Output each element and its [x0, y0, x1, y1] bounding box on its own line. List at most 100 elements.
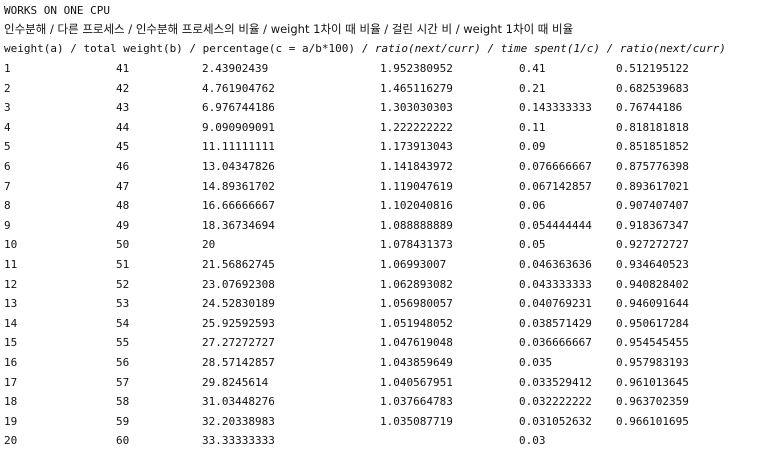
- data-cell: 0.054444444: [519, 218, 592, 232]
- data-cell: 1.062893082: [380, 277, 453, 291]
- data-row: 16 56 28.57142857 1.043859649 0.035 0.9579831…: [4, 353, 762, 373]
- data-cell: 0.031052632: [519, 414, 592, 428]
- data-cell: 0.957983193: [616, 355, 689, 369]
- data-cell: 27.27272727: [202, 336, 275, 350]
- data-rows: 1 41 2.43902439 1.952380952 0.41 0.512195122 2…: [4, 59, 762, 451]
- data-cell: 20: [202, 238, 216, 252]
- data-cell: 54: [116, 316, 130, 330]
- data-cell: 0.918367347: [616, 218, 689, 232]
- data-row: 3 43 6.976744186 1.303030303 0.143333333 0.76…: [4, 98, 762, 118]
- data-cell: 0.76744186: [616, 101, 683, 115]
- data-cell: 2: [4, 81, 11, 95]
- data-cell: 41: [116, 62, 130, 75]
- data-row: 6 46 13.04347826 1.141843972 0.076666667 0.87…: [4, 157, 762, 177]
- data-cell: 0.040769231: [519, 297, 592, 311]
- data-cell: 50: [116, 238, 130, 252]
- data-cell: 0.033529412: [519, 375, 592, 389]
- data-cell: 1.303030303: [380, 101, 453, 115]
- data-cell: 6.976744186: [202, 101, 275, 115]
- data-cell: 14.89361702: [202, 179, 275, 193]
- data-cell: 19: [4, 414, 18, 428]
- data-cell: 10: [4, 238, 18, 252]
- data-cell: 0.927272727: [616, 238, 689, 252]
- data-cell: 14: [4, 316, 18, 330]
- data-cell: 0.035: [519, 355, 553, 369]
- data-cell: 0.512195122: [616, 62, 689, 75]
- data-cell: 48: [116, 199, 130, 213]
- header-korean: 인수분해 / 다른 프로세스 / 인수분해 프로세스의 비율 / weight …: [4, 22, 574, 36]
- data-cell: 42: [116, 81, 130, 95]
- data-cell: 1.035087719: [380, 414, 453, 428]
- data-cell: 46: [116, 159, 130, 173]
- text-document: WORKS ON ONE CPU 인수분해 / 다른 프로세스 / 인수분해 프…: [0, 0, 762, 447]
- data-row: 7 47 14.89361702 1.119047619 0.067142857 0.89…: [4, 177, 762, 197]
- data-cell: 51: [116, 257, 130, 271]
- data-cell: 0.21: [519, 81, 546, 95]
- data-cell: 0.934640523: [616, 257, 689, 271]
- data-cell: 1.037664783: [380, 395, 453, 409]
- data-row: 10 50 20 1.078431373 0.05 0.927272727: [4, 235, 762, 255]
- data-cell: 0.946091644: [616, 297, 689, 311]
- data-cell: 1.102040816: [380, 199, 453, 213]
- data-cell: 0.046363636: [519, 257, 592, 271]
- data-cell: 60: [116, 434, 130, 448]
- data-cell: 0.950617284: [616, 316, 689, 330]
- data-cell: 9: [4, 218, 11, 232]
- data-cell: 0.940828402: [616, 277, 689, 291]
- data-cell: 0.09: [519, 140, 546, 154]
- data-cell: 0.961013645: [616, 375, 689, 389]
- data-cell: 1.222222222: [380, 120, 453, 134]
- data-cell: 49: [116, 218, 130, 232]
- data-cell: 0.818181818: [616, 120, 689, 134]
- data-row: 12 52 23.07692308 1.062893082 0.043333333 0.9…: [4, 275, 762, 295]
- data-cell: 58: [116, 395, 130, 409]
- data-cell: 25.92592593: [202, 316, 275, 330]
- data-cell: 1.088888889: [380, 218, 453, 232]
- data-cell: 33.33333333: [202, 434, 275, 448]
- data-row: 18 58 31.03448276 1.037664783 0.032222222 0.9…: [4, 392, 762, 412]
- data-cell: 13: [4, 297, 18, 311]
- data-cell: 0.036666667: [519, 336, 592, 350]
- data-cell: 13.04347826: [202, 159, 275, 173]
- data-cell: 0.05: [519, 238, 546, 252]
- data-cell: 59: [116, 414, 130, 428]
- data-row: 17 57 29.8245614 1.040567951 0.033529412 0.96…: [4, 373, 762, 393]
- data-row: 9 49 18.36734694 1.088888889 0.054444444 0.91…: [4, 216, 762, 236]
- data-row: 1 41 2.43902439 1.952380952 0.41 0.512195122: [4, 59, 762, 79]
- data-cell: 0.143333333: [519, 101, 592, 115]
- data-cell: 5: [4, 140, 11, 154]
- data-cell: 11.11111111: [202, 140, 275, 154]
- data-cell: 15: [4, 336, 18, 350]
- header-english-plain: weight(a) / total weight(b) / percentage…: [4, 42, 375, 55]
- data-row: 19 59 32.20338983 1.035087719 0.031052632 0.9…: [4, 412, 762, 432]
- data-cell: 16: [4, 355, 18, 369]
- data-cell: 52: [116, 277, 130, 291]
- data-cell: 17: [4, 375, 18, 389]
- data-cell: 47: [116, 179, 130, 193]
- data-row: 20 60 33.33333333 0.03: [4, 431, 762, 451]
- document-title: WORKS ON ONE CPU: [4, 4, 110, 17]
- data-cell: 45: [116, 140, 130, 154]
- header-english: weight(a) / total weight(b) / percentage…: [4, 39, 762, 59]
- data-cell: 1.06993007: [380, 257, 447, 271]
- data-cell: 56: [116, 355, 130, 369]
- data-cell: 7: [4, 179, 11, 193]
- data-cell: 1.952380952: [380, 62, 453, 75]
- data-row: 13 53 24.52830189 1.056980057 0.040769231 0.9…: [4, 294, 762, 314]
- data-cell: 9.090909091: [202, 120, 275, 134]
- data-cell: 0.954545455: [616, 336, 689, 350]
- data-row: 4 44 9.090909091 1.222222222 0.11 0.818181818: [4, 118, 762, 138]
- data-cell: 1.119047619: [380, 179, 453, 193]
- data-cell: 4.761904762: [202, 81, 275, 95]
- data-cell: 16.66666667: [202, 199, 275, 213]
- data-cell: 18: [4, 395, 18, 409]
- data-cell: 0.893617021: [616, 179, 689, 193]
- data-cell: 8: [4, 199, 11, 213]
- data-cell: 0.043333333: [519, 277, 592, 291]
- data-cell: 1.051948052: [380, 316, 453, 330]
- data-cell: 18.36734694: [202, 218, 275, 232]
- data-cell: 21.56862745: [202, 257, 275, 271]
- data-cell: 0.41: [519, 62, 546, 75]
- data-cell: 0.06: [519, 199, 546, 213]
- data-cell: 1.141843972: [380, 159, 453, 173]
